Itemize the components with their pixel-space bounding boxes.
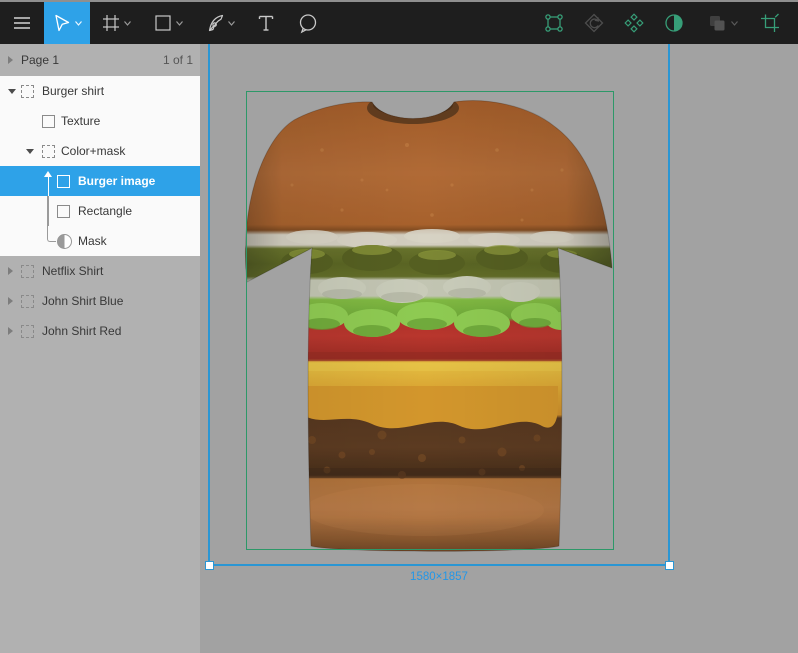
layer-row-rectangle[interactable]: Rectangle	[0, 196, 200, 226]
cursor-icon	[52, 13, 72, 33]
text-icon	[256, 13, 276, 33]
frame-layer-icon	[21, 264, 34, 278]
mask-chain-line	[47, 196, 49, 226]
chevron-down-icon	[124, 20, 131, 26]
mask-chain-elbow	[47, 226, 56, 242]
canvas[interactable]: 1580×1857	[200, 44, 798, 653]
frame-tool-button[interactable]	[90, 2, 142, 44]
layers-panel: Page 1 1 of 1 Burger shirt Texture Color…	[0, 44, 200, 653]
chevron-down-icon	[75, 20, 82, 26]
boolean-groups-button	[694, 2, 750, 44]
crop-image-button[interactable]	[750, 2, 790, 44]
toolbar	[0, 0, 798, 44]
rectangle-icon	[153, 13, 173, 33]
layer-row-john-shirt-red[interactable]: John Shirt Red	[0, 316, 200, 346]
page-collapse-caret-icon[interactable]	[8, 56, 13, 64]
page-count: 1 of 1	[162, 53, 193, 67]
resize-handle-bottom-left[interactable]	[205, 561, 214, 570]
layer-label: Texture	[61, 114, 101, 128]
layer-row-burger-image[interactable]: Burger image	[0, 166, 200, 196]
caret-down-icon[interactable]	[8, 88, 16, 94]
frame-layer-icon	[21, 294, 34, 308]
layer-label: John Shirt Red	[42, 324, 122, 338]
frame-selection-right-edge	[668, 44, 670, 565]
layer-row-netflix-shirt[interactable]: Netflix Shirt	[0, 256, 200, 286]
hamburger-icon	[13, 16, 31, 30]
layer-label: Netflix Shirt	[42, 264, 104, 278]
chevron-down-icon	[176, 20, 183, 26]
page-header[interactable]: Page 1 1 of 1	[0, 44, 200, 76]
shape-tool-button[interactable]	[142, 2, 194, 44]
layer-row-color-mask[interactable]: Color+mask	[0, 136, 200, 166]
reset-instance-icon	[583, 12, 605, 34]
pen-icon	[205, 13, 225, 33]
edit-object-icon	[543, 12, 565, 34]
mask-chain-arrow-icon	[44, 171, 53, 196]
chevron-down-icon	[228, 20, 235, 26]
speech-bubble-icon	[297, 12, 319, 34]
caret-right-icon[interactable]	[8, 267, 13, 275]
move-tool-button[interactable]	[44, 2, 90, 44]
rectangle-layer-icon	[57, 174, 70, 188]
chevron-down-icon	[731, 20, 738, 26]
caret-down-icon[interactable]	[26, 148, 34, 154]
layer-label: Color+mask	[61, 144, 126, 158]
toolbar-right-group	[534, 2, 790, 44]
layer-row-texture[interactable]: Texture	[0, 106, 200, 136]
burger-shirt-image[interactable]	[232, 90, 616, 554]
rectangle-layer-icon	[57, 204, 70, 218]
layer-label: John Shirt Blue	[42, 294, 124, 308]
layer-row-mask[interactable]: Mask	[0, 226, 200, 256]
layer-label: Burger shirt	[42, 84, 105, 98]
layer-row-burger-shirt[interactable]: Burger shirt	[0, 76, 200, 106]
selection-dimensions-label: 1580×1857	[410, 571, 468, 583]
expanded-frame-section: Burger shirt Texture Color+mask Burger i…	[0, 76, 200, 256]
frame-selection-bottom-edge	[208, 564, 670, 566]
caret-right-icon[interactable]	[8, 327, 13, 335]
layer-label: Rectangle	[78, 204, 133, 218]
frame-layer-icon	[42, 144, 55, 158]
page-title: Page 1	[21, 53, 60, 67]
layer-row-john-shirt-blue[interactable]: John Shirt Blue	[0, 286, 200, 316]
crop-icon	[759, 12, 781, 34]
pen-tool-button[interactable]	[194, 2, 246, 44]
boolean-icon	[706, 12, 728, 34]
use-as-mask-button[interactable]	[654, 2, 694, 44]
layer-label: Burger image	[78, 174, 156, 188]
rectangle-layer-icon	[42, 114, 55, 128]
frame-icon	[101, 13, 121, 33]
frame-layer-icon	[21, 84, 34, 98]
mask-layer-icon	[57, 233, 72, 249]
edit-object-button[interactable]	[534, 2, 574, 44]
menu-button[interactable]	[0, 2, 44, 44]
frame-selection-left-edge	[208, 44, 210, 565]
layer-label: Mask	[78, 234, 107, 248]
frame-layer-icon	[21, 324, 34, 338]
resize-handle-bottom-right[interactable]	[665, 561, 674, 570]
caret-right-icon[interactable]	[8, 297, 13, 305]
toolbar-left-group	[0, 2, 330, 44]
component-icon	[623, 12, 645, 34]
text-tool-button[interactable]	[246, 2, 286, 44]
mask-icon	[663, 12, 685, 34]
comment-tool-button[interactable]	[286, 2, 330, 44]
reset-instance-button	[574, 2, 614, 44]
create-component-button[interactable]	[614, 2, 654, 44]
